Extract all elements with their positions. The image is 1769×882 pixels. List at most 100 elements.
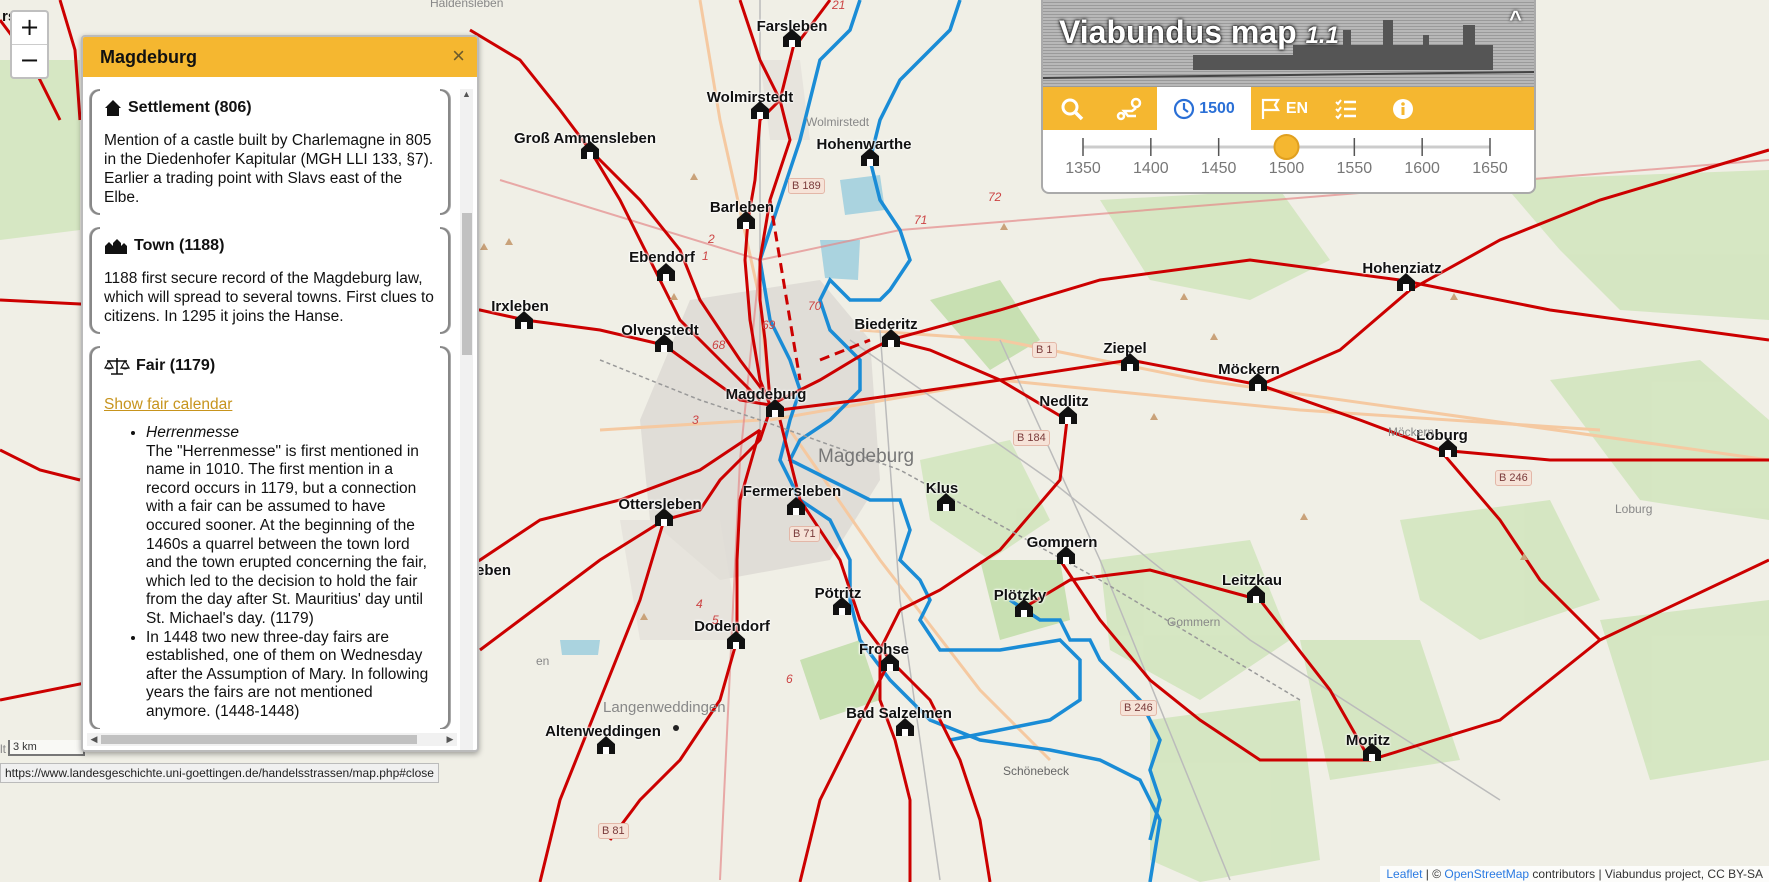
tab-year[interactable]: 1500 [1157,87,1251,130]
settlement-marker-icon[interactable] [513,310,535,330]
town-text: 1188 first secure record of the Magdebur… [104,270,434,325]
village-label-mockern: Möckern [1388,425,1435,439]
road-badge: B 184 [1013,430,1050,446]
map-attribution: Leaflet | © OpenStreetMap contributors |… [1380,866,1769,882]
road-number: 21 [832,0,846,12]
fair-name: Herrenmesse [146,424,240,441]
settlement-marker-icon[interactable] [595,735,617,755]
openstreetmap-link[interactable]: OpenStreetMap [1444,867,1529,881]
road-badge: B 81 [598,823,629,839]
show-fair-calendar-link[interactable]: Show fair calendar [104,396,232,414]
slider-track[interactable] [1043,130,1534,160]
village-label-wolmirstedt: Wolmirstedt [806,115,870,129]
fair-text: The "Herrenmesse" is first mentioned in … [146,442,427,627]
road-badge: B 246 [1495,470,1532,486]
road-badge: B 189 [788,178,825,194]
search-icon [1061,98,1083,120]
scales-icon [104,358,130,375]
settlement-card: Settlement (806) Mention of a castle bui… [89,89,451,215]
zoom-out-button[interactable]: − [12,45,47,77]
settlement-marker-icon[interactable] [1437,438,1459,458]
road-number: 72 [988,190,1002,204]
slider-tick-label: 1550 [1336,160,1373,177]
year-slider[interactable]: 1350 1400 1450 1500 1550 1600 1650 [1043,130,1534,190]
route-icon [1116,97,1141,120]
viabundus-panel: Viabundus map 1.1 ^ 1500 EN 1350 1400 14… [1041,0,1536,194]
scrollbar-thumb[interactable] [101,735,417,744]
settlement-marker-icon[interactable] [781,28,803,48]
road-badge: B 71 [789,526,820,542]
fair-card: Fair (1179) Show fair calendar Herrenmes… [89,346,451,729]
settlement-marker-icon[interactable] [655,262,677,282]
settlement-marker-icon[interactable] [1057,405,1079,425]
clock-icon [1174,98,1195,119]
scroll-up-icon[interactable]: ▲ [460,89,473,103]
popup-body[interactable]: Settlement (806) Mention of a castle bui… [89,89,451,729]
settlement-marker-icon[interactable] [1247,372,1269,392]
scale-bar: 3 km [8,740,85,756]
slider-handle[interactable] [1273,134,1300,160]
close-icon[interactable]: × [452,43,465,69]
popup-title: Magdeburg [100,47,197,67]
settlement-marker-icon[interactable] [894,717,916,737]
tab-search[interactable] [1043,87,1100,130]
tab-route[interactable] [1100,87,1157,130]
tab-legend[interactable] [1317,87,1374,130]
road-number: 5 [712,613,719,627]
fair-list: HerrenmesseThe "Herrenmesse" is first me… [104,424,436,722]
settlement-title: Settlement (806) [128,99,252,116]
checklist-icon [1334,98,1356,120]
settlement-marker-icon[interactable] [653,333,675,353]
settlement-marker-icon[interactable] [1013,598,1035,618]
road-number: 70 [808,299,822,313]
town-icon [105,239,127,254]
settlement-marker-icon[interactable] [1361,742,1383,762]
attribution-separator: | © [1422,867,1445,881]
settlement-marker-icon[interactable] [1055,545,1077,565]
settlement-marker-icon[interactable] [785,496,807,516]
tab-year-label: 1500 [1199,99,1235,117]
settlement-marker-icon[interactable] [859,147,881,167]
road-number: 3 [692,413,699,427]
popup-header: Magdeburg × [83,37,477,77]
settlement-marker-icon[interactable] [579,140,601,160]
settlement-marker-icon[interactable] [735,210,757,230]
settlement-marker-icon[interactable] [725,630,747,650]
popup-horizontal-scrollbar[interactable]: ◀ ▶ [87,733,457,746]
village-label-haldensleben: Haldensleben [430,0,504,10]
zoom-control: + − [10,10,49,79]
settlement-marker-icon[interactable] [831,596,853,616]
city-label-magdeburg: Magdeburg [818,446,915,467]
settlement-marker-icon[interactable] [1245,584,1267,604]
settlement-marker-icon[interactable] [1119,352,1141,372]
leaflet-link[interactable]: Leaflet [1386,867,1422,881]
village-label-lt: lt [0,742,6,756]
tab-language-label: EN [1285,99,1309,117]
settlement-marker-icon[interactable] [749,100,771,120]
list-item: HerrenmesseThe "Herrenmesse" is first me… [146,424,436,629]
town-label[interactable]: eben [476,562,511,579]
settlement-marker-icon[interactable] [653,507,675,527]
tab-language[interactable]: EN [1251,87,1317,130]
settlement-marker-icon[interactable] [935,492,957,512]
settlement-marker-icon[interactable] [879,652,901,672]
collapse-panel-button[interactable]: ^ [1509,6,1522,32]
scrollbar-thumb[interactable] [462,213,472,355]
popup-vertical-scrollbar[interactable]: ▲ ▼ [460,89,473,750]
zoom-in-button[interactable]: + [12,12,47,45]
scroll-left-icon[interactable]: ◀ [87,733,101,746]
town-card: Town (1188) 1188 first secure record of … [89,227,451,334]
scroll-right-icon[interactable]: ▶ [443,733,457,746]
tab-info[interactable] [1374,87,1431,130]
panel-tabs: 1500 EN [1043,87,1534,130]
settlement-marker-icon[interactable] [1395,272,1417,292]
road-number: 1 [702,249,709,263]
place-popup: Magdeburg × Settlement (806) Mention of … [81,35,479,752]
road-number: 69 [762,318,776,332]
slider-tick-label: 1600 [1404,160,1440,177]
settlement-marker-icon[interactable] [880,328,902,348]
settlement-marker-icon[interactable] [764,398,786,418]
slider-tick-label: 1500 [1268,160,1305,177]
fair-title: Fair (1179) [136,357,216,374]
panel-title: Viabundus map 1.1 [1059,14,1339,51]
